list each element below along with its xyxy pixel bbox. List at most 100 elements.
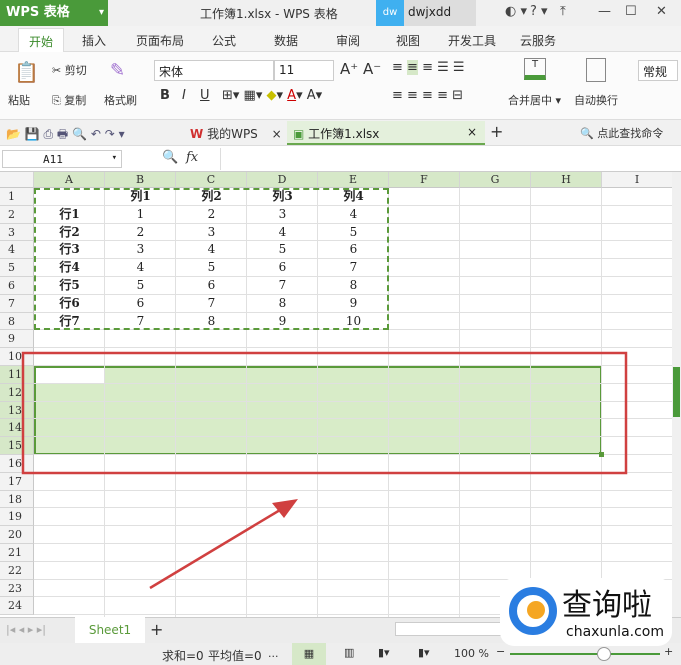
row-header-12[interactable]: 12 [0,383,34,402]
close-icon[interactable]: × [467,125,477,139]
tab-6[interactable]: 视图 [396,32,420,49]
fill-handle[interactable] [599,452,604,457]
row-header-3[interactable]: 3 [0,223,34,242]
gridline [34,471,672,473]
tab-1[interactable]: 插入 [82,32,106,49]
row-header-17[interactable]: 17 [0,472,34,491]
sheet-nav-icons[interactable]: |◂ ◂ ▸ ▸| [6,623,46,636]
row-header-20[interactable]: 20 [0,526,34,544]
copy-button[interactable]: ⎘ 复制 [52,92,86,108]
zoom-in-button[interactable]: + [664,645,673,658]
row-header-16[interactable]: 16 [0,455,34,473]
halign-icons[interactable]: ≡ ≡ ≡ ≡ ⊟ [392,88,463,103]
underline-button[interactable]: U [200,88,210,103]
tab-7[interactable]: 开发工具 [448,32,496,49]
column-header-F[interactable]: F [389,172,460,188]
italic-button[interactable]: I [182,88,186,103]
page-layout-button[interactable]: ▮▾ [378,646,390,659]
status-more[interactable]: ... [268,647,279,660]
row-header-2[interactable]: 2 [0,205,34,224]
bold-button[interactable]: B [160,88,170,103]
column-header-B[interactable]: B [105,172,176,188]
number-format-select[interactable]: 常规 [638,60,678,81]
sheet-tab[interactable]: Sheet1 [75,617,145,643]
font-grow-icon[interactable]: A⁺ A⁻ [340,60,381,78]
normal-view-button[interactable]: ▦ [292,643,326,665]
tab-8[interactable]: 云服务 [520,32,556,49]
paste-button[interactable]: 粘贴 [8,92,30,108]
column-header-H[interactable]: H [531,172,602,188]
column-header-D[interactable]: D [247,172,318,188]
scroll-thumb[interactable] [673,367,680,417]
new-tab-icon[interactable]: + [490,122,503,141]
align-icons[interactable]: ≡ ≡ ≡ ☰ ☰ [392,60,465,75]
row-header-8[interactable]: 8 [0,312,34,331]
zoom-out-button[interactable]: − [496,645,505,658]
spreadsheet-grid[interactable]: A B C D E F G H I 1 2 3 4 5 6 7 8 9 10 11 12 13 14 15 16 17 18 19 20… [0,172,672,617]
horizontal-scrollbar[interactable] [395,622,505,636]
quick-access-icons[interactable]: 📂 💾 ⎙ 🖶 🔍 ↶ ↷ ▾ [6,125,125,146]
zoom-formula-icon[interactable]: 🔍 [162,150,178,165]
row-header-11[interactable]: 11 [0,366,34,384]
row-header-10[interactable]: 10 [0,348,34,366]
border-icon[interactable]: ⊞▾ ▦▾ ◆▾ A▾ A▾ [222,88,322,103]
row-header-5[interactable]: 5 [0,259,34,277]
paste-icon[interactable]: 📋 [14,60,39,84]
merge-center-button[interactable]: 合并居中 ▾ [508,92,561,108]
active-cell[interactable] [36,368,105,384]
close-icon[interactable]: × [272,127,282,141]
row-header-6[interactable]: 6 [0,277,34,295]
column-header-E[interactable]: E [318,172,389,188]
wrap-text-button[interactable]: 自动换行 [574,92,618,108]
tab-4[interactable]: 数据 [274,32,298,49]
close-icon[interactable]: ✕ [656,4,667,19]
tab-5[interactable]: 审阅 [336,32,360,49]
command-search[interactable]: 🔍 点此查找命令 [580,125,663,141]
font-select[interactable]: 宋体 [154,60,274,81]
row-header-15[interactable]: 15 [0,437,34,455]
zoom-level[interactable]: 100 % [454,647,489,660]
formula-input[interactable] [220,148,678,170]
tab-2[interactable]: 页面布局 [136,32,184,49]
reading-mode-button[interactable]: ▮▾ [418,646,430,659]
row-header-23[interactable]: 23 [0,579,34,598]
tab-3[interactable]: 公式 [212,32,236,49]
page-break-view-button[interactable]: ▥ [344,646,354,659]
cut-button[interactable]: ✂ 剪切 [52,62,87,78]
column-header-G[interactable]: G [460,172,531,188]
row-header-13[interactable]: 13 [0,401,34,420]
restore-ribbon-icon[interactable]: ⤒ [560,4,566,19]
row-header-7[interactable]: 7 [0,294,34,313]
skin-icon[interactable]: ◐ ▾ [505,4,527,19]
row-header-19[interactable]: 19 [0,508,34,527]
user-account[interactable]: dw dwjxdd [376,0,476,26]
tab-my-wps[interactable]: W 我的WPS × [190,125,282,142]
minimize-icon[interactable]: — [598,4,611,19]
select-all-corner[interactable] [0,172,34,188]
add-sheet-button[interactable]: + [150,620,163,639]
gridline [34,400,672,402]
column-header-I[interactable]: I [602,172,672,188]
row-header-18[interactable]: 18 [0,490,34,509]
format-painter-button[interactable]: 格式刷 [104,92,137,108]
row-header-14[interactable]: 14 [0,419,34,438]
maximize-icon[interactable]: ☐ [625,4,637,19]
vertical-scrollbar[interactable] [672,172,681,617]
font-size-select[interactable]: 11 [274,60,334,81]
row-header-1[interactable]: 1 [0,188,34,206]
fx-button[interactable]: fx [186,150,198,165]
app-menu-button[interactable]: WPS 表格 ▾ [0,0,108,26]
row-header-21[interactable]: 21 [0,544,34,562]
row-header-24[interactable]: 24 [0,597,34,616]
column-header-A[interactable]: A [34,172,105,188]
column-header-C[interactable]: C [176,172,247,188]
tab-workbook[interactable]: ▣ 工作簿1.xlsx × [287,121,485,145]
row-header-4[interactable]: 4 [0,241,34,260]
help-icon[interactable]: ? ▾ [530,4,548,19]
zoom-slider[interactable] [510,653,660,655]
row-header-22[interactable]: 22 [0,561,34,580]
tab-0[interactable]: 开始 [18,28,65,52]
row-header-9[interactable]: 9 [0,330,34,349]
name-box[interactable]: A11 ▾ [2,150,122,168]
zoom-slider-handle[interactable] [597,647,611,661]
